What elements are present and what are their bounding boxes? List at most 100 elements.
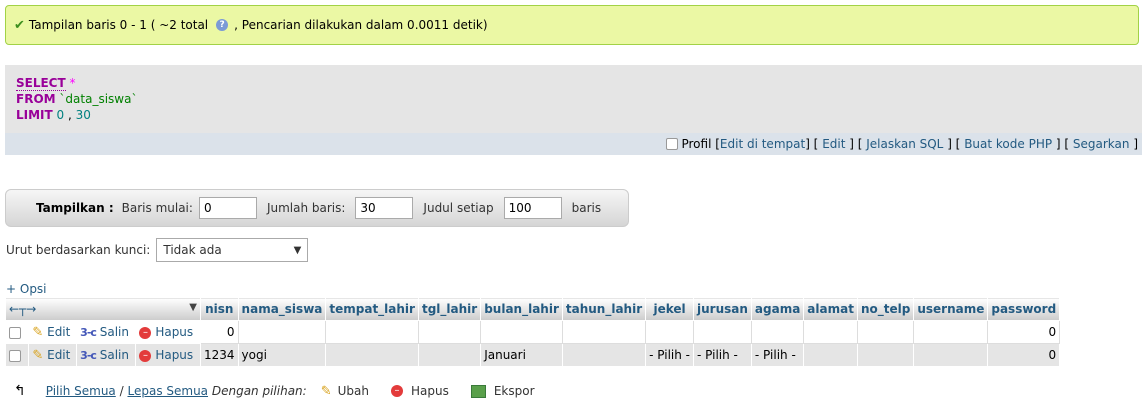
explain-sql-link[interactable]: Jelaskan SQL bbox=[866, 137, 943, 151]
start-row-input[interactable]: 0 bbox=[198, 197, 257, 219]
cell-jurusan[interactable] bbox=[693, 320, 752, 344]
cell-password[interactable]: 0 bbox=[987, 320, 1061, 344]
cell-no-telp[interactable] bbox=[856, 343, 915, 367]
edit-inline-link[interactable]: Edit di tempat bbox=[720, 137, 805, 151]
cell-tempat-lahir[interactable] bbox=[325, 343, 419, 367]
column-header-jurusan[interactable]: jurusan bbox=[693, 297, 752, 321]
sort-by-key-value: Tidak ada bbox=[163, 243, 222, 257]
uncheck-all-link[interactable]: Lepas Semua bbox=[127, 384, 208, 398]
row-checkbox[interactable] bbox=[9, 326, 21, 339]
cell-tahun-lahir[interactable] bbox=[561, 320, 647, 344]
cell-username[interactable] bbox=[913, 343, 989, 367]
cell-username[interactable] bbox=[913, 320, 989, 344]
display-options-bar: Tampilkan : Baris mulai: 0 Jumlah baris:… bbox=[5, 189, 629, 227]
pencil-icon: ✎ bbox=[32, 324, 44, 340]
cell-password[interactable]: 0 bbox=[987, 343, 1061, 367]
column-header-no-telp[interactable]: no_telp bbox=[856, 297, 915, 321]
sql-limit-count: 30 bbox=[75, 108, 91, 122]
edit-row-link[interactable]: Edit bbox=[47, 348, 70, 362]
copy-action[interactable]: 3-c Salin bbox=[76, 343, 137, 367]
cell-nisn[interactable]: 0 bbox=[200, 320, 239, 344]
sort-by-key-row: Urut berdasarkan kunci: Tidak ada ▼ bbox=[6, 238, 309, 262]
bulk-change-button[interactable]: Ubah bbox=[338, 384, 369, 398]
cell-bulan-lahir[interactable]: Januari bbox=[480, 343, 563, 367]
edit-action[interactable]: ✎ Edit bbox=[28, 343, 78, 367]
bulk-actions-bar: ↰ Pilih Semua / Lepas Semua Dengan pilih… bbox=[14, 383, 535, 399]
row-count-input[interactable]: 30 bbox=[355, 197, 414, 219]
bulk-export-button[interactable]: Ekspor bbox=[494, 384, 535, 398]
delete-icon: – bbox=[390, 385, 403, 397]
delete-row-link[interactable]: Hapus bbox=[155, 325, 193, 339]
column-header-tahun-lahir[interactable]: tahun_lahir bbox=[561, 297, 647, 321]
bulk-delete-button[interactable]: Hapus bbox=[411, 384, 449, 398]
sort-dropdown-icon[interactable]: ▼ bbox=[189, 302, 197, 313]
column-header-bulan-lahir[interactable]: bulan_lahir bbox=[480, 297, 563, 321]
column-header-nisn[interactable]: nisn bbox=[200, 297, 239, 321]
profil-checkbox[interactable] bbox=[666, 138, 679, 150]
edit-action[interactable]: ✎ Edit bbox=[28, 320, 78, 344]
refresh-link[interactable]: Segarkan bbox=[1073, 137, 1130, 151]
sql-select-keyword[interactable]: SELECT bbox=[16, 76, 66, 91]
copy-action[interactable]: 3-c Salin bbox=[76, 320, 137, 344]
column-header-agama[interactable]: agama bbox=[750, 297, 805, 321]
column-header-tempat-lahir[interactable]: tempat_lahir bbox=[325, 297, 419, 321]
cell-tgl-lahir[interactable] bbox=[417, 320, 482, 344]
cell-tempat-lahir[interactable] bbox=[325, 320, 419, 344]
cell-agama[interactable] bbox=[750, 320, 805, 344]
delete-action[interactable]: – Hapus bbox=[135, 320, 201, 344]
cell-jekel[interactable] bbox=[645, 320, 694, 344]
actions-header: ←┬→ ▼ bbox=[5, 297, 201, 321]
cell-alamat[interactable] bbox=[803, 320, 858, 344]
column-resize-arrows-icon[interactable]: ←┬→ bbox=[9, 302, 36, 316]
header-every-label: Judul setiap bbox=[423, 201, 494, 215]
check-all-link[interactable]: Pilih Semua bbox=[46, 384, 116, 398]
cell-tgl-lahir[interactable] bbox=[417, 343, 482, 367]
cell-bulan-lahir[interactable] bbox=[480, 320, 563, 344]
create-php-code-link[interactable]: Buat kode PHP bbox=[964, 137, 1052, 151]
help-icon[interactable]: ? bbox=[216, 19, 229, 31]
cell-agama[interactable]: - Pilih - bbox=[750, 343, 805, 367]
edit-link[interactable]: Edit bbox=[822, 137, 845, 151]
check-icon: ✔ bbox=[14, 17, 25, 33]
edit-row-link[interactable]: Edit bbox=[47, 325, 70, 339]
arrow-up-left-icon: ↰ bbox=[14, 383, 26, 399]
column-header-username[interactable]: username bbox=[913, 297, 989, 321]
cell-jekel[interactable]: - Pilih - bbox=[645, 343, 694, 367]
rows-shown-text: Tampilan baris 0 - 1 ( ~2 total bbox=[28, 18, 209, 32]
cell-nisn[interactable]: 1234 bbox=[200, 343, 239, 367]
results-table: ←┬→ ▼ nisn nama_siswa tempat_lahir tgl_l… bbox=[4, 297, 1061, 367]
cell-nama-siswa[interactable]: yogi bbox=[237, 343, 327, 367]
table-row: ✎ Edit 3-c Salin – Hapus 0 0 bbox=[4, 320, 1061, 344]
sql-star: * bbox=[69, 76, 76, 90]
sql-query-box: SELECT * FROM `data_siswa` LIMIT 0 , 30 … bbox=[5, 65, 1142, 155]
table-header-row: ←┬→ ▼ nisn nama_siswa tempat_lahir tgl_l… bbox=[5, 297, 1061, 321]
cell-no-telp[interactable] bbox=[856, 320, 915, 344]
column-header-tgl-lahir[interactable]: tgl_lahir bbox=[417, 297, 482, 321]
table-row: ✎ Edit 3-c Salin – Hapus 1234 yogi Janua… bbox=[4, 343, 1061, 367]
sort-by-key-select[interactable]: Tidak ada ▼ bbox=[156, 238, 309, 262]
with-selected-label: Dengan pilihan: bbox=[211, 384, 307, 398]
copy-row-link[interactable]: Salin bbox=[100, 348, 129, 362]
column-header-alamat[interactable]: alamat bbox=[803, 297, 858, 321]
column-header-password[interactable]: password bbox=[987, 297, 1061, 321]
success-message: ✔ Tampilan baris 0 - 1 ( ~2 total ? , Pe… bbox=[5, 5, 1139, 45]
header-every-input[interactable]: 100 bbox=[503, 197, 562, 219]
sql-code: SELECT * FROM `data_siswa` LIMIT 0 , 30 bbox=[16, 75, 137, 123]
column-header-jekel[interactable]: jekel bbox=[645, 297, 694, 321]
sql-limit-start: 0 bbox=[56, 108, 65, 122]
row-checkbox[interactable] bbox=[9, 349, 21, 362]
start-row-label: Baris mulai: bbox=[121, 201, 193, 215]
copy-row-link[interactable]: Salin bbox=[100, 325, 129, 339]
cell-jurusan[interactable]: - Pilih - bbox=[693, 343, 752, 367]
sql-limit-keyword: LIMIT bbox=[16, 108, 53, 122]
cell-nama-siswa[interactable] bbox=[237, 320, 327, 344]
cell-tahun-lahir[interactable] bbox=[561, 343, 647, 367]
options-link[interactable]: + Opsi bbox=[6, 282, 47, 296]
dropdown-arrow-icon: ▼ bbox=[293, 244, 302, 256]
sort-by-key-label: Urut berdasarkan kunci: bbox=[6, 243, 151, 257]
delete-row-link[interactable]: Hapus bbox=[155, 348, 193, 362]
column-header-nama-siswa[interactable]: nama_siswa bbox=[237, 297, 327, 321]
delete-action[interactable]: – Hapus bbox=[135, 343, 201, 367]
cell-alamat[interactable] bbox=[803, 343, 858, 367]
pencil-icon: ✎ bbox=[32, 347, 44, 363]
